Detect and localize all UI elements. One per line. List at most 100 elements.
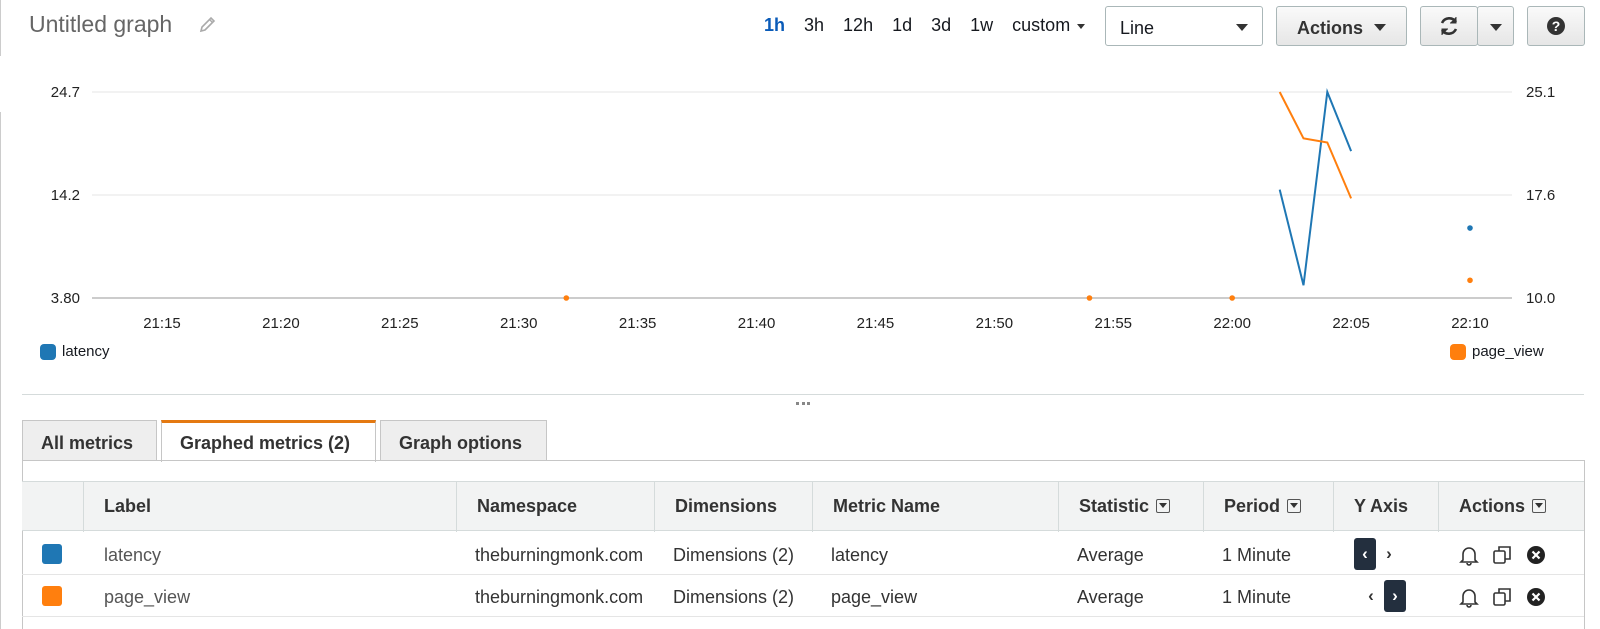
- duplicate-icon[interactable]: [1491, 544, 1513, 566]
- row-dimensions[interactable]: Dimensions (2): [673, 545, 794, 566]
- bell-icon[interactable]: [1458, 586, 1480, 608]
- row-label[interactable]: latency: [104, 545, 161, 566]
- column-statistic[interactable]: Statistic: [1058, 482, 1203, 532]
- data-point-page-view: [1086, 295, 1093, 301]
- range-3h[interactable]: 3h: [804, 15, 824, 36]
- chart-type-value: Line: [1120, 18, 1155, 38]
- help-icon: ?: [1547, 17, 1565, 35]
- x-tick-label: 21:20: [262, 315, 300, 332]
- chevron-down-icon: [1374, 24, 1386, 31]
- data-point-page-view: [1467, 277, 1473, 284]
- row-metric-name[interactable]: page_view: [831, 587, 917, 608]
- row-namespace[interactable]: theburningmonk.com: [475, 545, 643, 566]
- series-line-latency: [1278, 88, 1353, 286]
- svg-text:?: ?: [1552, 18, 1561, 34]
- row-namespace[interactable]: theburningmonk.com: [475, 587, 643, 608]
- range-1h[interactable]: 1h: [764, 15, 785, 36]
- column-metric-name[interactable]: Metric Name: [812, 482, 1058, 532]
- row-statistic[interactable]: Average: [1077, 587, 1144, 608]
- legend-label: page_view: [1472, 343, 1544, 360]
- series-color-swatch[interactable]: [42, 544, 62, 564]
- tab-graphed-metrics[interactable]: Graphed metrics (2): [161, 420, 376, 462]
- remove-icon[interactable]: [1525, 586, 1547, 608]
- sort-dropdown-icon[interactable]: [1287, 499, 1302, 513]
- y-axis-left-button[interactable]: ‹: [1360, 580, 1382, 612]
- time-range-selector: 1h 3h 12h 1d 3d 1w custom: [764, 15, 1104, 36]
- tab-border: [22, 460, 1584, 461]
- column-period[interactable]: Period: [1203, 482, 1333, 532]
- actions-label: Actions: [1297, 18, 1364, 38]
- x-tick-label: 21:40: [738, 315, 776, 332]
- metrics-chart: 24.7 25.1 14.2 17.6 3.80 10.0 21:15 21:20 21:25 2…: [51, 84, 1555, 332]
- row-dimensions[interactable]: Dimensions (2): [673, 587, 794, 608]
- y-axis-right-button[interactable]: ›: [1378, 538, 1400, 570]
- data-point-latency: [1467, 225, 1473, 231]
- y-right-tick-label: 10.0: [1526, 290, 1555, 307]
- remove-icon[interactable]: [1525, 544, 1547, 566]
- legend-swatch: [1450, 343, 1466, 360]
- help-button[interactable]: ?: [1527, 6, 1585, 46]
- y-left-tick-label: 3.80: [51, 290, 80, 307]
- column-y-axis: Y Axis: [1333, 482, 1438, 532]
- row-label[interactable]: page_view: [104, 587, 190, 608]
- actions-button[interactable]: Actions: [1276, 6, 1407, 46]
- table-row: page_view theburningmonk.com Dimensions …: [22, 575, 1584, 617]
- row-metric-name[interactable]: latency: [831, 545, 888, 566]
- y-axis-right-button[interactable]: ›: [1384, 580, 1406, 612]
- tab-graph-options[interactable]: Graph options: [380, 420, 547, 461]
- tab-all-metrics[interactable]: All metrics: [22, 420, 157, 461]
- x-tick-label: 21:45: [857, 315, 895, 332]
- panel-border: [1584, 460, 1585, 629]
- graph-title[interactable]: Untitled graph: [29, 11, 172, 38]
- legend-item-page-view[interactable]: page_view: [1450, 343, 1544, 360]
- metrics-table-header: Label Namespace Dimensions Metric Name S…: [22, 481, 1584, 532]
- resize-handle[interactable]: [796, 402, 810, 407]
- x-tick-label: 22:10: [1451, 315, 1489, 332]
- column-color: [22, 482, 83, 532]
- chevron-down-icon: [1077, 24, 1086, 29]
- y-right-tick-label: 17.6: [1526, 187, 1555, 204]
- range-1d[interactable]: 1d: [892, 15, 912, 36]
- x-tick-label: 21:50: [976, 315, 1014, 332]
- data-point-page-view: [563, 295, 570, 301]
- chevron-down-icon: [1490, 24, 1502, 31]
- sort-dropdown-icon[interactable]: [1156, 499, 1171, 513]
- series-color-swatch[interactable]: [42, 586, 62, 606]
- sort-dropdown-icon[interactable]: [1532, 499, 1547, 513]
- refresh-options-button[interactable]: [1477, 6, 1514, 46]
- x-tick-label: 21:55: [1094, 315, 1132, 332]
- column-label[interactable]: Label: [83, 482, 456, 532]
- x-tick-label: 21:25: [381, 315, 419, 332]
- legend-label: latency: [62, 343, 110, 360]
- x-tick-label: 21:15: [143, 315, 181, 332]
- range-custom-label: custom: [1012, 15, 1071, 35]
- column-dimensions[interactable]: Dimensions: [654, 482, 812, 532]
- chevron-down-icon: [1236, 24, 1248, 31]
- x-tick-label: 22:00: [1213, 315, 1251, 332]
- legend-item-latency[interactable]: latency: [40, 343, 110, 360]
- refresh-button[interactable]: [1420, 6, 1478, 46]
- refresh-icon: [1440, 17, 1458, 35]
- range-12h[interactable]: 12h: [843, 15, 873, 36]
- data-point-page-view: [1229, 295, 1235, 301]
- range-1w[interactable]: 1w: [970, 15, 993, 36]
- row-statistic[interactable]: Average: [1077, 545, 1144, 566]
- y-axis-left-button[interactable]: ‹: [1354, 538, 1376, 570]
- row-period[interactable]: 1 Minute: [1222, 545, 1291, 566]
- legend-swatch: [40, 343, 56, 360]
- row-period[interactable]: 1 Minute: [1222, 587, 1291, 608]
- chart-type-select[interactable]: Line: [1105, 6, 1263, 46]
- column-actions[interactable]: Actions: [1438, 482, 1584, 532]
- range-3d[interactable]: 3d: [931, 15, 951, 36]
- range-custom[interactable]: custom: [1012, 15, 1086, 36]
- pencil-icon[interactable]: [198, 14, 218, 34]
- graph-page: { "header": { "title": "Untitled graph",…: [0, 0, 1600, 629]
- x-tick-label: 21:35: [619, 315, 657, 332]
- page-edge: [0, 0, 1, 56]
- duplicate-icon[interactable]: [1491, 586, 1513, 608]
- column-namespace[interactable]: Namespace: [456, 482, 654, 532]
- y-right-tick-label: 25.1: [1526, 84, 1555, 101]
- panel-divider: [22, 394, 1584, 395]
- bell-icon[interactable]: [1458, 544, 1480, 566]
- y-left-tick-label: 14.2: [51, 187, 80, 204]
